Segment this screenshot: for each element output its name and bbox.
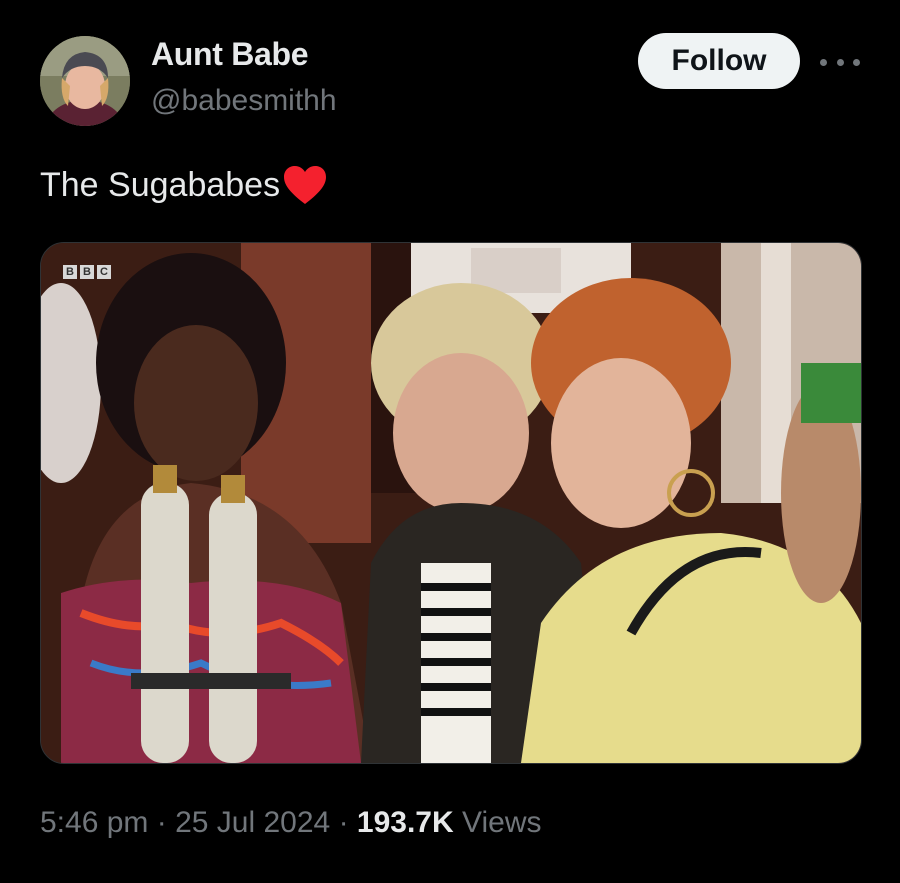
bbc-watermark: B B C — [63, 265, 111, 279]
separator: · — [156, 806, 167, 839]
tweet-time[interactable]: 5:46 pm — [40, 806, 148, 839]
bbc-letter: B — [63, 265, 77, 279]
tweet-metadata: 5:46 pm · 25 Jul 2024 · 193.7K Views — [40, 806, 542, 840]
avatar-photo — [40, 36, 130, 126]
views-count: 193.7K — [356, 806, 454, 839]
bbc-letter: C — [97, 265, 111, 279]
tweet-text-content: The Sugababes — [40, 165, 281, 204]
views-label: Views — [462, 806, 542, 839]
dot — [836, 58, 844, 66]
tweet-date[interactable]: 25 Jul 2024 — [175, 806, 330, 839]
tweet-media-image[interactable]: B B C — [40, 242, 862, 764]
author-display-name[interactable]: Aunt Babe — [151, 36, 309, 73]
media-photo — [41, 243, 861, 763]
bbc-letter: B — [80, 265, 94, 279]
avatar[interactable] — [40, 36, 130, 126]
dot — [820, 58, 827, 66]
author-handle[interactable]: @babesmithh — [151, 84, 337, 118]
separator: · — [338, 806, 349, 839]
dot — [853, 58, 860, 66]
more-options-icon[interactable] — [820, 50, 860, 74]
follow-button[interactable]: Follow — [638, 33, 800, 89]
tweet-text: The Sugababes — [40, 164, 328, 206]
red-heart-icon — [284, 166, 327, 204]
